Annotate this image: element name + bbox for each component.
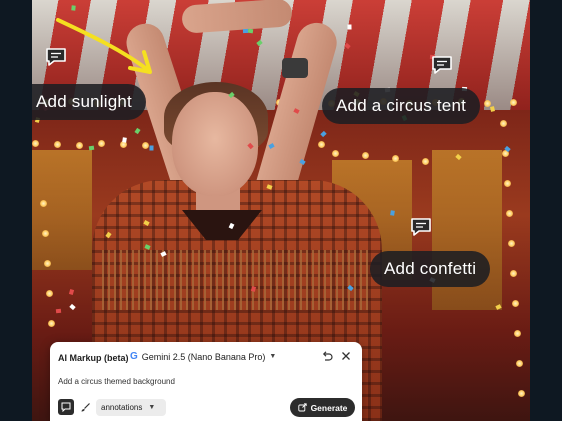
light-bulb bbox=[44, 260, 51, 267]
chevron-down-icon: ▼ bbox=[148, 404, 156, 411]
light-bulb bbox=[514, 330, 521, 337]
light-bulb bbox=[392, 155, 399, 162]
light-bulb bbox=[142, 142, 149, 149]
annotation-add-circus-tent[interactable]: Add a circus tent bbox=[322, 88, 481, 124]
light-bulb bbox=[510, 270, 517, 277]
undo-icon[interactable] bbox=[321, 350, 333, 362]
light-bulb bbox=[506, 210, 513, 217]
light-bulb bbox=[508, 240, 515, 247]
brush-tool-button[interactable] bbox=[77, 399, 93, 415]
generate-label: Generate bbox=[310, 402, 348, 413]
window-frame-right bbox=[530, 0, 562, 421]
annotation-add-sunlight[interactable]: Add sunlight bbox=[32, 84, 146, 120]
google-logo-icon: G bbox=[130, 351, 138, 362]
comment-icon[interactable] bbox=[45, 47, 67, 67]
brush-icon bbox=[81, 402, 90, 411]
mode-select[interactable]: annotations ▼ bbox=[96, 399, 166, 416]
prompt-input[interactable]: Add a circus themed background bbox=[58, 377, 175, 386]
carousel-panel bbox=[32, 150, 92, 270]
light-bulb bbox=[46, 290, 53, 297]
annotation-label: Add confetti bbox=[384, 259, 477, 278]
window-frame-left bbox=[0, 0, 32, 421]
confetti-piece bbox=[242, 28, 249, 34]
confetti-piece bbox=[149, 145, 154, 151]
confetti-piece bbox=[55, 308, 62, 314]
arrow-annotation[interactable] bbox=[52, 14, 162, 84]
annotation-label: Add a circus tent bbox=[336, 96, 467, 115]
light-bulb bbox=[54, 141, 61, 148]
close-icon[interactable] bbox=[340, 350, 352, 362]
confetti-piece bbox=[347, 24, 352, 30]
ai-markup-panel: AI Markup (beta) G Gemini 2.5 (Nano Bana… bbox=[50, 342, 362, 421]
light-bulb bbox=[40, 200, 47, 207]
panel-title: AI Markup (beta) bbox=[58, 353, 129, 363]
light-bulb bbox=[332, 150, 339, 157]
comment-icon bbox=[61, 402, 71, 412]
mode-select-value: annotations bbox=[101, 403, 143, 412]
confetti-piece bbox=[390, 210, 395, 216]
light-bulb bbox=[504, 180, 511, 187]
comment-icon[interactable] bbox=[431, 55, 453, 75]
wrist-watch bbox=[282, 58, 308, 78]
model-name: Gemini 2.5 (Nano Banana Pro) bbox=[141, 351, 266, 362]
light-bulb bbox=[518, 390, 525, 397]
model-selector[interactable]: G Gemini 2.5 (Nano Banana Pro) ▼ bbox=[130, 351, 276, 362]
confetti-piece bbox=[71, 5, 76, 11]
confetti-piece bbox=[88, 145, 95, 151]
confetti-piece bbox=[247, 28, 254, 34]
light-bulb bbox=[362, 152, 369, 159]
light-bulb bbox=[98, 140, 105, 147]
confetti-piece bbox=[490, 106, 495, 112]
annotate-tool-button[interactable] bbox=[58, 399, 74, 415]
light-bulb bbox=[422, 158, 429, 165]
generate-icon bbox=[297, 403, 307, 412]
confetti-piece bbox=[122, 137, 127, 143]
light-bulb bbox=[510, 99, 517, 106]
woman-face bbox=[172, 92, 258, 196]
annotation-label: Add sunlight bbox=[36, 92, 132, 111]
light-bulb bbox=[42, 230, 49, 237]
annotation-add-confetti[interactable]: Add confetti bbox=[370, 251, 491, 287]
light-bulb bbox=[32, 140, 39, 147]
shirt-fringe bbox=[102, 250, 372, 310]
light-bulb bbox=[48, 320, 55, 327]
light-bulb bbox=[318, 141, 325, 148]
comment-icon[interactable] bbox=[410, 217, 432, 237]
light-bulb bbox=[76, 142, 83, 149]
light-bulb bbox=[500, 120, 507, 127]
generate-button[interactable]: Generate bbox=[290, 398, 355, 417]
light-bulb bbox=[516, 360, 523, 367]
chevron-down-icon: ▼ bbox=[269, 353, 277, 360]
light-bulb bbox=[512, 300, 519, 307]
